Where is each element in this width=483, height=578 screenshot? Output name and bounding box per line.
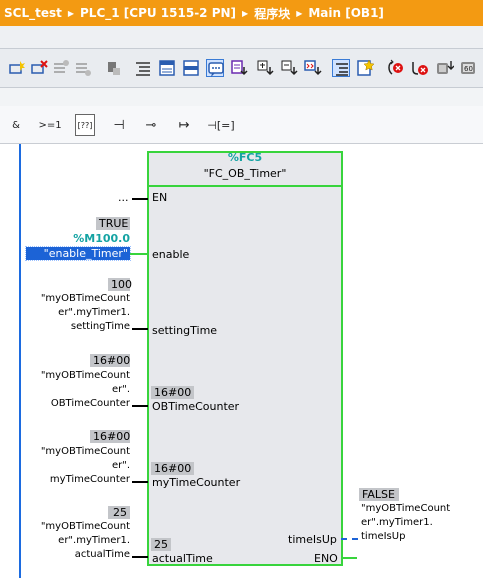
show-comments-icon[interactable] [182,59,200,77]
breadcrumb: SCL_test ▶ PLC_1 [CPU 1515-2 PN] ▶ 程序块 ▶… [0,0,483,26]
settingtime-operand-line1[interactable]: "myOBTimeCount [20,293,130,305]
settingtime-wire [132,328,148,330]
go-to-error-next-icon[interactable] [410,59,428,77]
show-symbol-info-icon[interactable] [230,59,248,77]
add-row-icon[interactable] [74,59,92,77]
obtimecounter-operand-line3[interactable]: OBTimeCounter [20,398,130,410]
show-abs-operands-icon[interactable] [134,59,152,77]
breadcrumb-item-program-blocks[interactable]: 程序块 [254,5,290,22]
obtimecounter-operand-line2[interactable]: er". [20,384,130,396]
or-box-button[interactable]: >=1 [36,114,64,136]
enable-monitor-value: TRUE [96,217,130,230]
actualtime-operand-line2[interactable]: er".myTimer1. [20,535,130,547]
block-header-separator [147,185,343,187]
pin-actualtime: actualTime [152,552,213,565]
toolbar-gap [0,88,483,106]
obtimecounter-default-value: 16#00 [151,386,195,399]
editor-toolbar: 60 [0,48,483,88]
block-instance-address: %FC5 [227,151,263,164]
go-to-error-prev-icon[interactable] [386,59,404,77]
delete-network-icon[interactable] [30,59,48,77]
block-name: "FC_OB_Timer" [203,167,287,180]
enable-wire [130,253,148,255]
pin-obtimecounter: OBTimeCounter [152,400,240,413]
insert-row-icon[interactable] [52,59,70,77]
show-network-comments-icon[interactable] [206,59,224,77]
mytimecounter-wire [132,481,148,483]
pin-settingtime: settingTime [152,324,218,337]
negated-contact-button[interactable]: ⊸ [138,114,164,136]
breadcrumb-item-main[interactable]: Main [OB1] [308,6,384,20]
enable-operand-tag[interactable]: "enable_Timer" [25,246,131,261]
and-box-button[interactable]: & [6,114,26,136]
monitor-icon[interactable]: 60 [460,59,478,77]
en-wire [132,198,148,200]
editor-header-gap [0,26,483,48]
enable-address: %M100.0 [73,232,130,245]
breadcrumb-item-project[interactable]: SCL_test [4,6,62,20]
lad-instructions-bar: & >=1 [??] ⊣ ⊸ ↦ ⊣[=] [0,106,483,144]
breadcrumb-item-plc[interactable]: PLC_1 [CPU 1515-2 PN] [80,6,236,20]
empty-box-button[interactable]: [??] [75,114,95,136]
assignment-coil-button[interactable]: ⊣[=] [206,114,236,136]
pin-eno: ENO [314,552,338,565]
download-icon[interactable] [436,59,454,77]
reset-start-values-icon[interactable] [104,59,122,77]
timeisup-operand-line1[interactable]: "myOBTimeCount [361,503,450,515]
settingtime-operand-line2[interactable]: er".myTimer1. [20,307,130,319]
contact-button[interactable]: ⊣ [108,114,130,136]
chevron-right-icon: ▶ [67,8,75,18]
timeisup-operand-line3[interactable]: timeIsUp [361,531,405,543]
timeisup-wire [341,538,358,540]
show-favorites-icon[interactable] [158,59,176,77]
power-rail [19,144,21,578]
function-block-box[interactable] [147,151,343,566]
open-branch-button[interactable]: ↦ [172,114,196,136]
pin-mytimecounter: myTimeCounter [152,476,241,489]
actualtime-operand-line1[interactable]: "myOBTimeCount [20,521,130,533]
show-overview-icon[interactable] [332,59,350,77]
settingtime-monitor-value: 100 [108,278,132,291]
absolute-symbolic-icon[interactable] [304,59,322,77]
pin-timeisup: timeIsUp [288,533,337,546]
mytimecounter-default-value: 16#00 [151,462,195,475]
timeisup-monitor-value: FALSE [359,488,399,501]
mytimecounter-operand-line2[interactable]: er". [20,460,130,472]
actualtime-default-value: 25 [151,538,171,551]
pin-en: EN [152,191,168,204]
actualtime-monitor-value: 25 [108,506,130,519]
chevron-right-icon: ▶ [296,8,303,18]
insert-network-icon[interactable] [8,59,26,77]
svg-text:60: 60 [464,65,473,73]
mytimecounter-operand-line3[interactable]: myTimeCounter [20,474,130,486]
timeisup-operand-line2[interactable]: er".myTimer1. [361,517,433,529]
mytimecounter-monitor-value: 16#00 [90,430,130,443]
obtimecounter-monitor-value: 16#00 [90,354,130,367]
obtimecounter-wire [132,405,148,407]
actualtime-wire [132,556,148,558]
settingtime-operand-line3[interactable]: settingTime [20,321,130,333]
obtimecounter-operand-line1[interactable]: "myOBTimeCount [20,370,130,382]
en-operand[interactable]: ... [118,191,129,204]
close-all-networks-icon[interactable] [280,59,298,77]
mytimecounter-operand-line1[interactable]: "myOBTimeCount [20,446,130,458]
eno-wire [341,557,357,559]
pin-enable: enable [152,248,190,261]
actualtime-operand-line3[interactable]: actualTime [20,549,130,561]
favorites-star-icon[interactable] [356,59,374,77]
chevron-right-icon: ▶ [242,8,249,18]
open-all-networks-icon[interactable] [256,59,274,77]
